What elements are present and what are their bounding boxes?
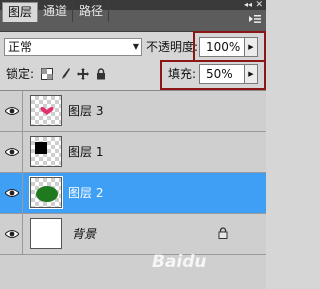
layer-lock-icon <box>218 227 232 241</box>
layer-name[interactable]: 背景 <box>72 226 96 242</box>
lock-transparent-pixels-icon[interactable] <box>40 66 54 82</box>
layer-row[interactable]: 图层 1 <box>0 132 266 173</box>
lock-label: 锁定: <box>6 67 35 81</box>
collapse-panel-button[interactable]: ◂◂ <box>244 0 252 10</box>
layer-name[interactable]: 图层 1 <box>68 144 103 160</box>
layer-row-selected[interactable]: 图层 2 <box>0 173 266 214</box>
tab-paths[interactable]: 路径 <box>74 2 110 22</box>
layer-row[interactable]: 背景 <box>0 214 266 255</box>
visibility-eye-icon[interactable] <box>1 214 23 254</box>
layer-row[interactable]: 图层 3 <box>0 91 266 132</box>
layer-list: 图层 3 图层 1 图层 2 背景 <box>0 90 266 289</box>
watermark: Baidu <box>152 252 207 272</box>
layer-thumbnail-ellipse <box>29 176 63 209</box>
tab-layers[interactable]: 图层 <box>2 2 39 22</box>
layer-thumbnail-heart <box>30 95 62 126</box>
blend-mode-select[interactable]: 正常 <box>4 38 142 56</box>
close-panel-button[interactable]: ✕ <box>255 0 263 10</box>
visibility-eye-icon[interactable] <box>1 91 23 131</box>
opacity-highlight-box <box>193 31 266 62</box>
panel-menu-icon[interactable] <box>249 14 261 28</box>
lock-all-icon[interactable] <box>94 66 108 82</box>
tab-channels[interactable]: 通道 <box>38 2 74 22</box>
opacity-label: 不透明度: <box>146 40 199 54</box>
fill-highlight-box <box>160 60 266 90</box>
visibility-eye-icon[interactable] <box>1 132 23 172</box>
layer-thumbnail-background <box>30 218 62 249</box>
layer-name[interactable]: 图层 2 <box>68 185 103 201</box>
visibility-eye-icon[interactable] <box>1 173 23 213</box>
lock-image-pixels-icon[interactable] <box>58 66 72 82</box>
layer-name[interactable]: 图层 3 <box>68 103 103 119</box>
lock-position-icon[interactable] <box>76 66 90 82</box>
layer-thumbnail-square <box>30 136 62 167</box>
chevron-down-icon[interactable]: ▼ <box>130 38 142 56</box>
